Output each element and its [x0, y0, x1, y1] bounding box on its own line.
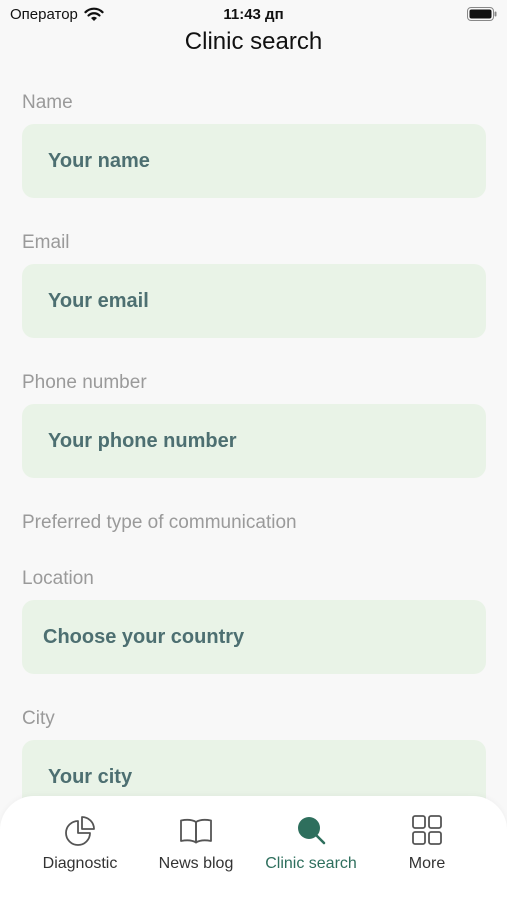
battery-icon: [467, 7, 497, 21]
email-placeholder: Your email: [48, 289, 149, 312]
tab-clinic-search[interactable]: Clinic search: [248, 796, 374, 900]
open-book-icon: [179, 814, 213, 848]
tab-diagnostic[interactable]: Diagnostic: [17, 796, 143, 900]
search-icon: [294, 814, 328, 848]
phone-field[interactable]: Your phone number: [22, 404, 486, 478]
email-field[interactable]: Your email: [22, 264, 486, 338]
name-field[interactable]: Your name: [22, 124, 486, 198]
communication-type-label: Preferred type of communication: [22, 512, 297, 533]
city-label: City: [22, 708, 55, 729]
tab-more[interactable]: More: [364, 796, 490, 900]
country-select[interactable]: Choose your country: [22, 600, 486, 674]
tab-diagnostic-label: Diagnostic: [42, 855, 118, 872]
tab-more-label: More: [408, 855, 446, 872]
phone-placeholder: Your phone number: [48, 429, 237, 452]
location-label: Location: [22, 568, 94, 589]
tab-bar: Diagnostic News blog Clinic search More: [0, 796, 507, 900]
page-title: Clinic search: [184, 28, 323, 55]
grid-icon: [410, 814, 444, 848]
tab-news-blog-label: News blog: [158, 855, 234, 872]
tab-clinic-search-label: Clinic search: [265, 855, 357, 872]
pie-chart-icon: [63, 814, 97, 848]
status-bar: Оператор 11:43 дп: [0, 0, 507, 30]
phone-label: Phone number: [22, 372, 147, 393]
tab-news-blog[interactable]: News blog: [133, 796, 259, 900]
clock: 11:43 дп: [223, 6, 284, 23]
name-placeholder: Your name: [48, 149, 150, 172]
email-label: Email: [22, 232, 70, 253]
country-select-value: Choose your country: [43, 625, 245, 648]
name-label: Name: [22, 92, 73, 113]
